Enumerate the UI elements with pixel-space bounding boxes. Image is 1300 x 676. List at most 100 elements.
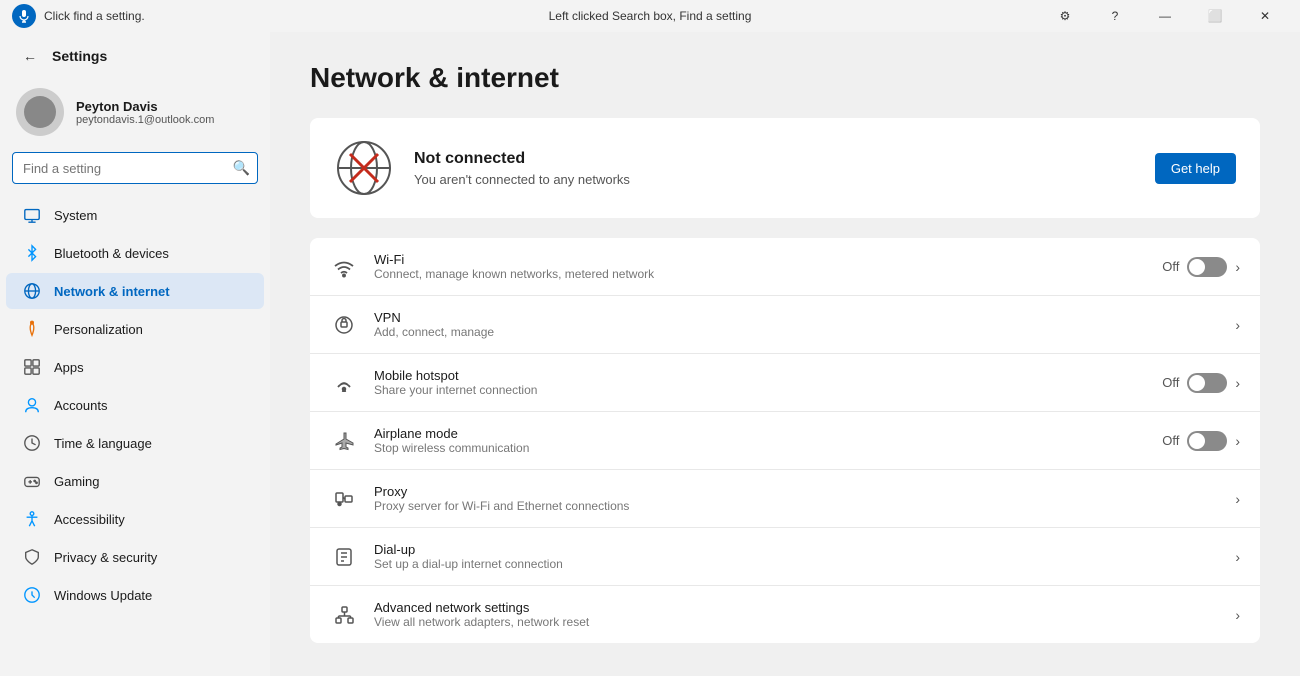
- close-button[interactable]: ✕: [1242, 0, 1288, 32]
- sidebar-label-personalization: Personalization: [54, 322, 143, 337]
- advanced-text: Advanced network settings View all netwo…: [374, 600, 1219, 629]
- avatar: [16, 88, 64, 136]
- proxy-row[interactable]: Proxy Proxy server for Wi-Fi and Etherne…: [310, 470, 1260, 528]
- sidebar-header: ← Settings: [0, 32, 270, 78]
- dialup-controls: ›: [1235, 549, 1240, 565]
- bluetooth-icon: [22, 243, 42, 263]
- sidebar-label-time: Time & language: [54, 436, 152, 451]
- sidebar-item-system[interactable]: System: [6, 197, 264, 233]
- hotspot-chevron-icon: ›: [1235, 375, 1240, 391]
- proxy-subtitle: Proxy server for Wi-Fi and Ethernet conn…: [374, 499, 1219, 513]
- not-connected-subtitle: You aren't connected to any networks: [414, 172, 1135, 187]
- sidebar-item-network[interactable]: Network & internet: [6, 273, 264, 309]
- sidebar-label-accounts: Accounts: [54, 398, 107, 413]
- sidebar-item-privacy[interactable]: Privacy & security: [6, 539, 264, 575]
- airplane-row[interactable]: Airplane mode Stop wireless communicatio…: [310, 412, 1260, 470]
- wifi-toggle-label: Off: [1162, 259, 1179, 274]
- user-info: Peyton Davis peytondavis.1@outlook.com: [76, 99, 214, 126]
- sidebar-item-gaming[interactable]: Gaming: [6, 463, 264, 499]
- search-input[interactable]: [12, 152, 258, 184]
- sidebar-label-gaming: Gaming: [54, 474, 100, 489]
- sidebar-item-update[interactable]: Windows Update: [6, 577, 264, 613]
- advanced-subtitle: View all network adapters, network reset: [374, 615, 1219, 629]
- proxy-title: Proxy: [374, 484, 1219, 499]
- advanced-chevron-icon: ›: [1235, 607, 1240, 623]
- minimize-button[interactable]: —: [1142, 0, 1188, 32]
- wifi-icon: [330, 253, 358, 281]
- search-box[interactable]: 🔍: [12, 152, 258, 184]
- advanced-row[interactable]: Advanced network settings View all netwo…: [310, 586, 1260, 643]
- sidebar-item-bluetooth[interactable]: Bluetooth & devices: [6, 235, 264, 271]
- network-icon: [22, 281, 42, 301]
- maximize-button[interactable]: ⬜: [1192, 0, 1238, 32]
- privacy-icon: [22, 547, 42, 567]
- airplane-controls: Off ›: [1162, 431, 1240, 451]
- wifi-controls: Off ›: [1162, 257, 1240, 277]
- proxy-text: Proxy Proxy server for Wi-Fi and Etherne…: [374, 484, 1219, 513]
- wifi-row[interactable]: Wi-Fi Connect, manage known networks, me…: [310, 238, 1260, 296]
- hotspot-toggle[interactable]: [1187, 373, 1227, 393]
- hotspot-controls: Off ›: [1162, 373, 1240, 393]
- back-button[interactable]: ←: [16, 42, 44, 70]
- airplane-subtitle: Stop wireless communication: [374, 441, 1146, 455]
- hotspot-toggle-label: Off: [1162, 375, 1179, 390]
- advanced-network-icon: [330, 601, 358, 629]
- main-content: Network & internet Not connected You are…: [270, 32, 1300, 676]
- system-icon: [22, 205, 42, 225]
- sidebar-item-apps[interactable]: Apps: [6, 349, 264, 385]
- update-icon: [22, 585, 42, 605]
- personalization-icon: [22, 319, 42, 339]
- not-connected-info: Not connected You aren't connected to an…: [414, 150, 1135, 187]
- hotspot-row[interactable]: Mobile hotspot Share your internet conne…: [310, 354, 1260, 412]
- proxy-chevron-icon: ›: [1235, 491, 1240, 507]
- user-name: Peyton Davis: [76, 99, 214, 114]
- vpn-title: VPN: [374, 310, 1219, 325]
- airplane-icon: [330, 427, 358, 455]
- airplane-title: Airplane mode: [374, 426, 1146, 441]
- airplane-text: Airplane mode Stop wireless communicatio…: [374, 426, 1146, 455]
- dialup-icon: [330, 543, 358, 571]
- vpn-row[interactable]: VPN Add, connect, manage ›: [310, 296, 1260, 354]
- airplane-toggle[interactable]: [1187, 431, 1227, 451]
- app-container: ← Settings Peyton Davis peytondavis.1@ou…: [0, 32, 1300, 676]
- sidebar-item-time[interactable]: Time & language: [6, 425, 264, 461]
- sidebar-label-privacy: Privacy & security: [54, 550, 157, 565]
- vpn-chevron-icon: ›: [1235, 317, 1240, 333]
- airplane-toggle-label: Off: [1162, 433, 1179, 448]
- dialup-row[interactable]: Dial-up Set up a dial-up internet connec…: [310, 528, 1260, 586]
- advanced-title: Advanced network settings: [374, 600, 1219, 615]
- not-connected-title: Not connected: [414, 150, 1135, 168]
- title-bar-status: Click find a setting.: [44, 9, 145, 23]
- sidebar-item-accounts[interactable]: Accounts: [6, 387, 264, 423]
- time-icon: [22, 433, 42, 453]
- sidebar-label-system: System: [54, 208, 97, 223]
- sidebar-label-bluetooth: Bluetooth & devices: [54, 246, 169, 261]
- proxy-icon: [330, 485, 358, 513]
- vpn-subtitle: Add, connect, manage: [374, 325, 1219, 339]
- hotspot-subtitle: Share your internet connection: [374, 383, 1146, 397]
- title-bar-controls: ⚙ ? — ⬜ ✕: [1042, 0, 1288, 32]
- airplane-chevron-icon: ›: [1235, 433, 1240, 449]
- vpn-controls: ›: [1235, 317, 1240, 333]
- wifi-text: Wi-Fi Connect, manage known networks, me…: [374, 252, 1146, 281]
- help-button[interactable]: ?: [1092, 0, 1138, 32]
- wifi-title: Wi-Fi: [374, 252, 1146, 267]
- sidebar-label-accessibility: Accessibility: [54, 512, 125, 527]
- sidebar-label-update: Windows Update: [54, 588, 152, 603]
- proxy-controls: ›: [1235, 491, 1240, 507]
- user-profile[interactable]: Peyton Davis peytondavis.1@outlook.com: [0, 78, 270, 152]
- wifi-toggle[interactable]: [1187, 257, 1227, 277]
- wifi-chevron-icon: ›: [1235, 259, 1240, 275]
- advanced-controls: ›: [1235, 607, 1240, 623]
- sidebar-item-personalization[interactable]: Personalization: [6, 311, 264, 347]
- get-help-button[interactable]: Get help: [1155, 153, 1236, 184]
- dialup-chevron-icon: ›: [1235, 549, 1240, 565]
- title-bar-left: Click find a setting.: [12, 4, 145, 28]
- dialup-text: Dial-up Set up a dial-up internet connec…: [374, 542, 1219, 571]
- settings-gear-button[interactable]: ⚙: [1042, 0, 1088, 32]
- wifi-subtitle: Connect, manage known networks, metered …: [374, 267, 1146, 281]
- search-icon: 🔍: [233, 160, 250, 177]
- sidebar-item-accessibility[interactable]: Accessibility: [6, 501, 264, 537]
- user-email: peytondavis.1@outlook.com: [76, 114, 214, 126]
- dialup-title: Dial-up: [374, 542, 1219, 557]
